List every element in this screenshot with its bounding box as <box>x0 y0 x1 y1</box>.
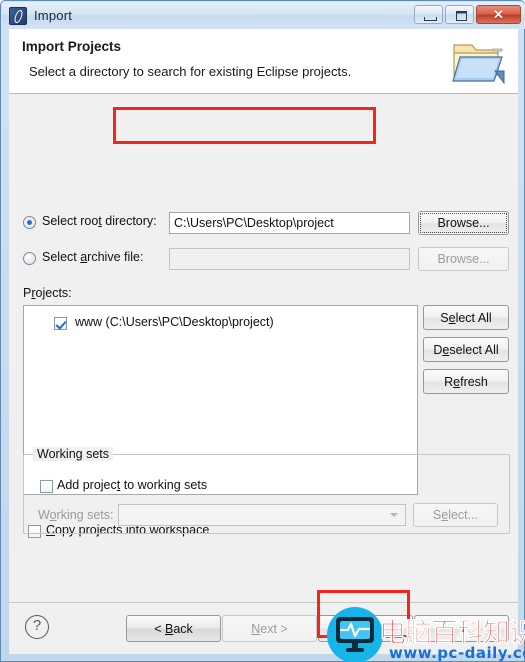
deselect-all-button[interactable]: Deselect All <box>423 337 509 362</box>
import-folder-icon <box>452 44 505 85</box>
root-directory-input[interactable]: C:\Users\PC\Desktop\project <box>169 212 410 234</box>
label-part: fresh <box>460 374 488 389</box>
browse-root-directory-button[interactable]: Browse... <box>418 211 509 235</box>
label-part: rchive file: <box>87 250 144 264</box>
label-part: Select roo <box>42 214 99 228</box>
maximize-button[interactable] <box>445 5 474 24</box>
label-accel: N <box>251 621 261 636</box>
button-label: Select... <box>433 508 478 522</box>
window-title: Import <box>34 8 73 23</box>
minimize-button[interactable] <box>414 5 443 24</box>
label-select-archive-file: Select archive file: <box>42 250 143 264</box>
label-accel: o <box>49 508 57 522</box>
button-label: Next > <box>251 622 287 636</box>
minimize-icon <box>424 17 437 21</box>
label-part: Browse... <box>437 216 490 230</box>
label-part: ojects: <box>35 286 72 300</box>
browse-archive-file-button[interactable]: Browse... <box>418 247 509 271</box>
window-controls: ✕ <box>414 5 521 24</box>
refresh-button[interactable]: Refresh <box>423 369 509 394</box>
working-sets-combobox[interactable] <box>118 504 406 526</box>
maximize-icon <box>456 11 467 21</box>
help-icon[interactable]: ? <box>25 615 49 639</box>
label-part: select All <box>449 342 499 357</box>
button-label: < Back <box>154 622 193 636</box>
label-part: lect All <box>455 310 492 325</box>
label-part: W <box>38 508 50 522</box>
next-button[interactable]: Next > <box>222 615 317 642</box>
button-label: Refresh <box>444 375 488 389</box>
page-description: Select a directory to search for existin… <box>29 64 352 79</box>
button-label: Browse... <box>437 252 490 266</box>
screenshot-root: Import ✕ Import Projects Select a direct… <box>0 0 525 662</box>
add-project-to-working-sets-label: Add project to working sets <box>57 478 207 492</box>
back-button[interactable]: < Back <box>126 615 221 642</box>
button-label: Select All <box>440 311 491 325</box>
label-part: Select <box>42 250 81 264</box>
import-dialog-window: Import ✕ Import Projects Select a direct… <box>0 0 525 662</box>
label-part: to working sets <box>120 478 208 492</box>
projects-label: Projects: <box>23 286 72 300</box>
working-sets-select-button[interactable]: Select... <box>413 503 498 527</box>
label-select-root-directory: Select root directory: <box>42 214 157 228</box>
dialog-header: Import Projects Select a directory to se… <box>9 29 518 94</box>
label-part: directory: <box>101 214 157 228</box>
button-label: Browse... <box>437 216 489 230</box>
label-part: < <box>154 621 165 636</box>
label-part: D <box>433 342 443 357</box>
finish-button[interactable] <box>318 615 413 642</box>
label-part: rking sets: <box>56 508 114 522</box>
button-label: Deselect All <box>433 343 498 357</box>
dialog-footer: ? < Back Next > <box>9 603 518 654</box>
label-part: S <box>432 508 442 522</box>
label-part: S <box>440 310 449 325</box>
title-bar: Import ✕ <box>2 2 525 29</box>
dialog-body: Select root directory: C:\Users\PC\Deskt… <box>9 94 518 602</box>
close-icon: ✕ <box>493 7 504 22</box>
archive-file-input[interactable] <box>169 248 410 270</box>
radio-select-root-directory[interactable] <box>23 216 36 229</box>
chevron-down-icon <box>390 513 398 517</box>
close-button[interactable]: ✕ <box>476 5 521 24</box>
list-item[interactable]: www (C:\Users\PC\Desktop\project) <box>75 315 274 329</box>
working-sets-combo-label: Working sets: <box>38 508 114 522</box>
label-part: ack <box>173 621 193 636</box>
label-accel: e <box>448 310 456 325</box>
label-part: ext > <box>260 621 288 636</box>
eclipse-icon <box>9 6 27 25</box>
label-part: R <box>444 374 454 389</box>
working-sets-group-title: Working sets <box>33 447 114 461</box>
select-all-button[interactable]: Select All <box>423 305 509 330</box>
cancel-button[interactable] <box>414 615 509 642</box>
label-part: Add projec <box>57 478 117 492</box>
project-checkbox[interactable] <box>54 317 67 330</box>
label-part: lect... <box>448 508 479 522</box>
radio-select-archive-file[interactable] <box>23 252 36 265</box>
page-title: Import Projects <box>22 39 122 54</box>
add-project-to-working-sets-checkbox[interactable] <box>40 480 53 493</box>
